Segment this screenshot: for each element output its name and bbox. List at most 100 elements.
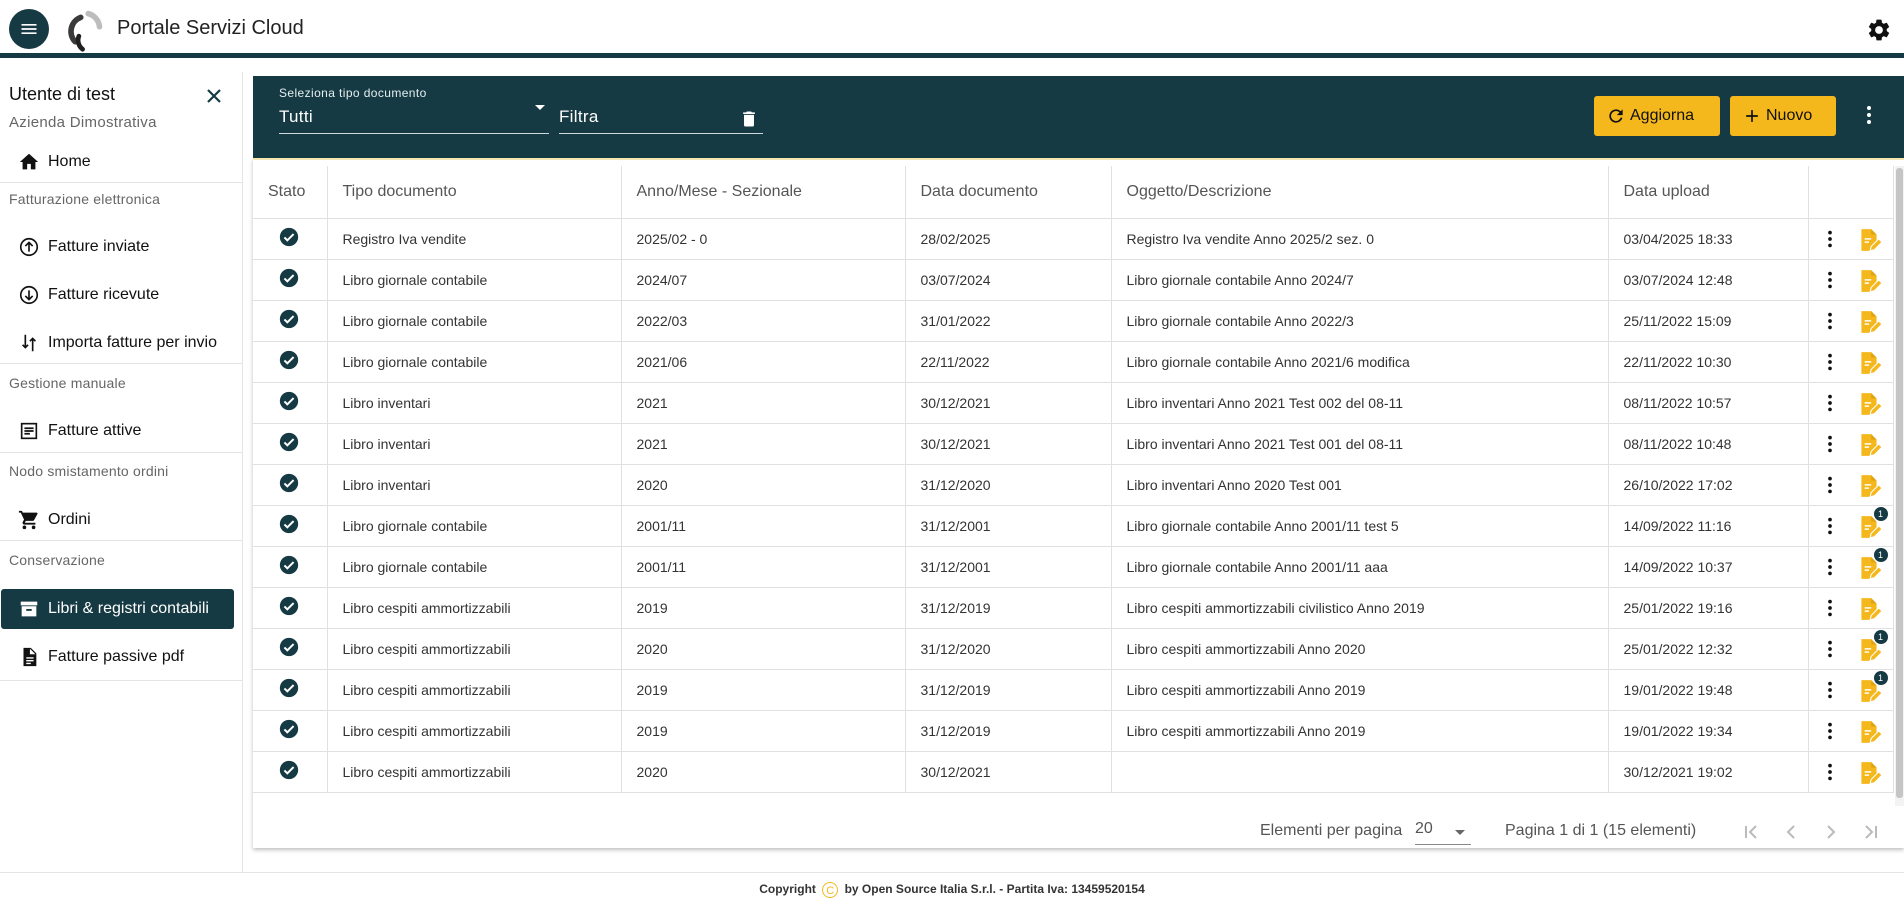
main-panel: Seleziona tipo documento Tutti Filtra Ag… bbox=[253, 76, 1904, 848]
toolbar: Seleziona tipo documento Tutti Filtra Ag… bbox=[253, 76, 1904, 158]
filter-input[interactable]: Filtra bbox=[559, 107, 763, 134]
cell-oggetto: Libro giornale contabile Anno 2001/11 aa… bbox=[1111, 546, 1609, 588]
table-row[interactable]: Libro inventari 2021 30/12/2021 Libro inven… bbox=[253, 382, 1894, 424]
more-vertical-icon[interactable] bbox=[1819, 310, 1841, 332]
document-type-select[interactable]: Tutti bbox=[279, 107, 549, 134]
pagination: Elementi per pagina 20 Pagina 1 di 1 (15… bbox=[253, 808, 1904, 848]
document-edit-icon[interactable] bbox=[1856, 268, 1882, 294]
divider bbox=[0, 363, 242, 364]
more-vertical-icon[interactable] bbox=[1819, 433, 1841, 455]
notification-badge: 1 bbox=[1873, 506, 1888, 521]
document-edit-icon[interactable] bbox=[1856, 227, 1882, 253]
sidebar-section-title: Fatturazione elettronica bbox=[9, 191, 161, 207]
table-row[interactable]: Libro giornale contabile 2022/03 31/01/202… bbox=[253, 300, 1894, 342]
check-circle-icon bbox=[279, 268, 299, 288]
trash-icon[interactable] bbox=[739, 108, 759, 130]
notification-badge: 1 bbox=[1873, 547, 1888, 562]
cell-upload: 14/09/2022 10:37 bbox=[1608, 546, 1809, 588]
more-vertical-icon[interactable] bbox=[1819, 638, 1841, 660]
document-edit-icon[interactable] bbox=[1856, 309, 1882, 335]
actions-cell bbox=[1808, 710, 1894, 752]
cell-data: 31/12/2020 bbox=[905, 628, 1112, 670]
cell-data: 31/12/2019 bbox=[905, 710, 1112, 752]
column-header-stato[interactable]: Stato bbox=[253, 166, 328, 219]
sidebar-item-fatture-attive[interactable]: Fatture attive bbox=[0, 411, 242, 451]
new-button[interactable]: Nuovo bbox=[1730, 96, 1836, 136]
more-vertical-icon[interactable] bbox=[1819, 515, 1841, 537]
cell-oggetto: Libro cespiti ammortizzabili civilistico… bbox=[1111, 587, 1609, 629]
actions-cell bbox=[1808, 464, 1894, 506]
sidebar-item-label: Home bbox=[48, 153, 91, 170]
column-header-data[interactable]: Data documento bbox=[905, 166, 1112, 219]
check-circle-icon bbox=[279, 432, 299, 452]
more-vertical-icon[interactable] bbox=[1857, 103, 1881, 127]
column-header-oggetto[interactable]: Oggetto/Descrizione bbox=[1111, 166, 1609, 219]
table-row[interactable]: Libro cespiti ammortizzabili 2020 30/12/20… bbox=[253, 751, 1894, 793]
notification-badge: 1 bbox=[1873, 629, 1888, 644]
refresh-icon bbox=[1609, 109, 1623, 123]
sidebar-item-fatture-inviate[interactable]: Fatture inviate bbox=[0, 227, 242, 267]
menu-button[interactable] bbox=[9, 9, 49, 49]
actions-cell bbox=[1808, 341, 1894, 383]
column-header-anno[interactable]: Anno/Mese - Sezionale bbox=[621, 166, 906, 219]
sidebar-item-importa-fatture[interactable]: Importa fatture per invio bbox=[0, 323, 242, 363]
more-vertical-icon[interactable] bbox=[1819, 474, 1841, 496]
cell-tipo: Libro cespiti ammortizzabili bbox=[327, 628, 622, 670]
more-vertical-icon[interactable] bbox=[1819, 556, 1841, 578]
document-edit-icon[interactable] bbox=[1856, 432, 1882, 458]
table-row[interactable]: Libro giornale contabile 2001/11 31/12/200… bbox=[253, 546, 1894, 588]
copyright-icon: C bbox=[822, 881, 839, 898]
more-vertical-icon[interactable] bbox=[1819, 351, 1841, 373]
table-row[interactable]: Registro Iva vendite 2025/02 - 0 28/02/202… bbox=[253, 218, 1894, 260]
table-row[interactable]: Libro cespiti ammortizzabili 2019 31/12/20… bbox=[253, 710, 1894, 752]
table-row[interactable]: Libro giornale contabile 2001/11 31/12/200… bbox=[253, 505, 1894, 547]
actions-cell bbox=[1808, 259, 1894, 301]
previous-page-icon[interactable] bbox=[1779, 820, 1803, 844]
next-page-icon[interactable] bbox=[1819, 820, 1843, 844]
check-circle-icon bbox=[279, 473, 299, 493]
table-row[interactable]: Libro inventari 2020 31/12/2020 Libro inven… bbox=[253, 464, 1894, 506]
refresh-button[interactable]: Aggiorna bbox=[1594, 96, 1720, 136]
document-edit-icon[interactable] bbox=[1856, 760, 1882, 786]
table-row[interactable]: Libro cespiti ammortizzabili 2019 31/12/20… bbox=[253, 587, 1894, 629]
first-page-icon[interactable] bbox=[1739, 820, 1763, 844]
divider bbox=[0, 680, 242, 681]
sidebar-item-fatture-passive-pdf[interactable]: Fatture passive pdf bbox=[0, 637, 242, 677]
table-row[interactable]: Libro giornale contabile 2024/07 03/07/202… bbox=[253, 259, 1894, 301]
last-page-icon[interactable] bbox=[1859, 820, 1883, 844]
more-vertical-icon[interactable] bbox=[1819, 269, 1841, 291]
column-header-tipo[interactable]: Tipo documento bbox=[327, 166, 622, 219]
more-vertical-icon[interactable] bbox=[1819, 392, 1841, 414]
column-header-upload[interactable]: Data upload bbox=[1608, 166, 1809, 219]
sidebar: Utente di test Azienda Dimostrativa Home… bbox=[0, 72, 243, 872]
more-vertical-icon[interactable] bbox=[1819, 720, 1841, 742]
gear-icon[interactable] bbox=[1866, 17, 1892, 43]
new-label: Nuovo bbox=[1766, 107, 1813, 124]
upload-circle-icon bbox=[19, 237, 39, 257]
more-vertical-icon[interactable] bbox=[1819, 597, 1841, 619]
sidebar-item-libri-registri[interactable]: Libri & registri contabili bbox=[1, 589, 234, 629]
sidebar-item-fatture-ricevute[interactable]: Fatture ricevute bbox=[0, 275, 242, 315]
cell-tipo: Libro cespiti ammortizzabili bbox=[327, 751, 622, 793]
more-vertical-icon[interactable] bbox=[1819, 679, 1841, 701]
sidebar-item-label: Ordini bbox=[48, 511, 91, 528]
sidebar-item-ordini[interactable]: Ordini bbox=[0, 500, 242, 540]
scrollbar-thumb[interactable] bbox=[1896, 168, 1903, 798]
table-row[interactable]: Libro giornale contabile 2021/06 22/11/202… bbox=[253, 341, 1894, 383]
more-vertical-icon[interactable] bbox=[1819, 761, 1841, 783]
sidebar-item-home[interactable]: Home bbox=[0, 142, 242, 182]
actions-cell bbox=[1808, 300, 1894, 342]
document-edit-icon[interactable] bbox=[1856, 596, 1882, 622]
table-row[interactable]: Libro cespiti ammortizzabili 2020 31/12/20… bbox=[253, 628, 1894, 670]
cell-tipo: Libro cespiti ammortizzabili bbox=[327, 710, 622, 752]
cell-upload: 19/01/2022 19:34 bbox=[1608, 710, 1809, 752]
table-row[interactable]: Libro inventari 2021 30/12/2021 Libro inven… bbox=[253, 423, 1894, 465]
more-vertical-icon[interactable] bbox=[1819, 228, 1841, 250]
table-row[interactable]: Libro cespiti ammortizzabili 2019 31/12/20… bbox=[253, 669, 1894, 711]
cell-data: 30/12/2021 bbox=[905, 423, 1112, 465]
close-icon[interactable] bbox=[202, 84, 226, 108]
document-edit-icon[interactable] bbox=[1856, 391, 1882, 417]
document-edit-icon[interactable] bbox=[1856, 719, 1882, 745]
document-edit-icon[interactable] bbox=[1856, 350, 1882, 376]
document-edit-icon[interactable] bbox=[1856, 473, 1882, 499]
